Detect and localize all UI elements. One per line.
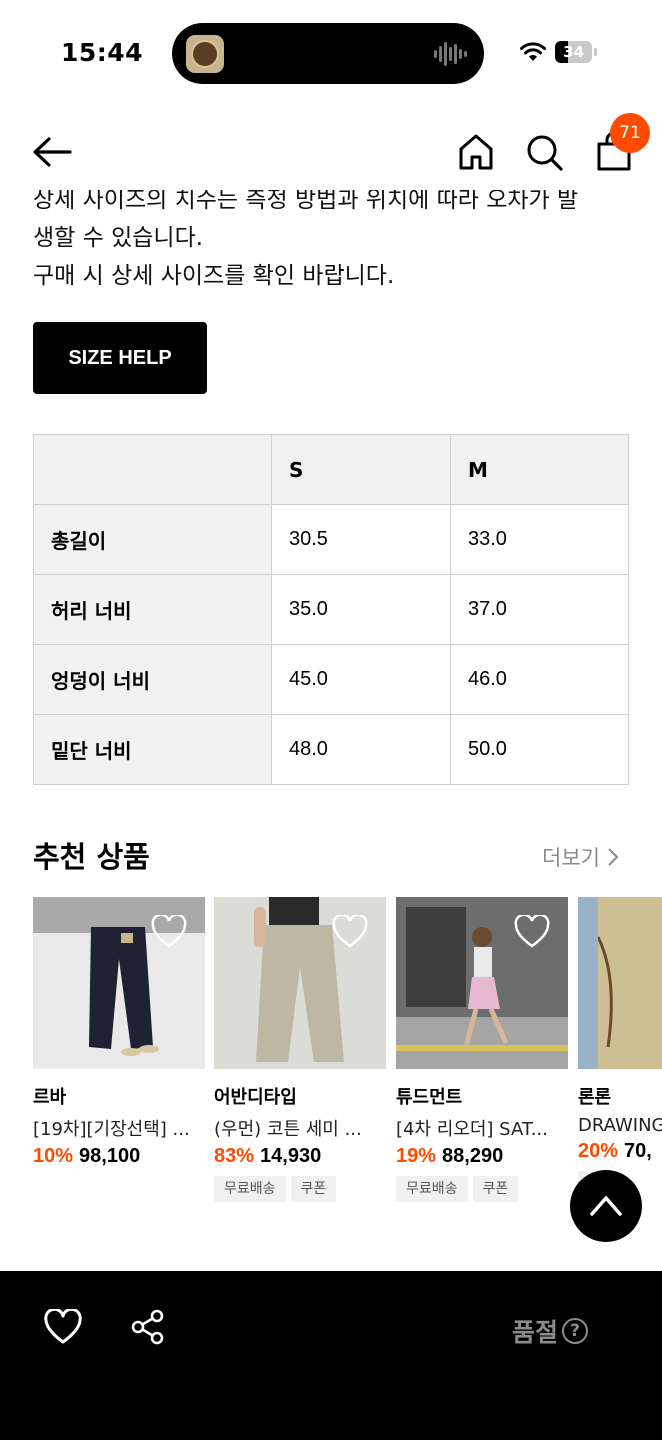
chevron-up-icon xyxy=(590,1196,622,1216)
see-more-label: 더보기 xyxy=(542,846,600,870)
product-price: 20% 70, xyxy=(578,1140,662,1163)
discount-rate: 10% xyxy=(33,1145,74,1167)
free-shipping-tag: 무료배송 xyxy=(396,1176,468,1202)
product-brand: 어반디타입 xyxy=(214,1087,297,1108)
share-icon[interactable] xyxy=(130,1309,166,1345)
discount-rate: 19% xyxy=(396,1145,437,1167)
heart-icon[interactable] xyxy=(332,915,368,949)
coupon-tag: 쿠폰 xyxy=(472,1176,519,1202)
size-table-header: S xyxy=(271,434,451,505)
heart-icon[interactable] xyxy=(151,915,187,949)
size-m-value: 50.0 xyxy=(450,714,629,785)
product-price: 10% 98,100 xyxy=(33,1145,205,1168)
size-m-value: 37.0 xyxy=(450,574,629,645)
status-bar: 15:44 34 xyxy=(0,0,662,104)
recommend-title: 추천 상품 xyxy=(33,840,150,874)
size-notice-line: 생할 수 있습니다. xyxy=(33,225,204,251)
product-brand: 튜드먼트 xyxy=(396,1087,463,1108)
chevron-right-icon xyxy=(608,848,619,866)
product-card[interactable]: 르바 [19차][기장선택] ... 10% 98,100 xyxy=(33,897,205,1168)
recommend-carousel[interactable]: 르바 [19차][기장선택] ... 10% 98,100 어반디타입 (우먼) … xyxy=(33,897,662,1217)
product-name[interactable]: DRAWING xyxy=(578,1115,662,1136)
heart-icon[interactable] xyxy=(44,1309,82,1345)
measure-label: 밑단 너비 xyxy=(33,714,272,785)
product-card[interactable]: 론론 DRAWING 20%70, 송 xyxy=(578,897,662,1197)
scroll-to-top-button[interactable] xyxy=(570,1170,642,1242)
size-m-value: 33.0 xyxy=(450,504,629,575)
product-image[interactable] xyxy=(578,897,662,1069)
product-tags: 무료배송 쿠폰 xyxy=(396,1176,568,1202)
search-icon[interactable] xyxy=(524,132,564,172)
wifi-icon xyxy=(520,42,546,61)
product-card[interactable]: 튜드먼트 [4차 리오더] SAT... 19% 88,290 무료배송 쿠폰 xyxy=(396,897,568,1202)
help-icon[interactable]: ? xyxy=(562,1318,589,1344)
size-table-row: 허리 너비 35.0 37.0 xyxy=(33,574,629,645)
price-value: 14,930 xyxy=(260,1145,322,1167)
price-value: 70, xyxy=(624,1140,652,1162)
product-price: 19% 88,290 xyxy=(396,1145,568,1168)
measure-label: 엉덩이 너비 xyxy=(33,644,272,715)
size-table-row: 총길이 30.5 33.0 xyxy=(33,504,629,575)
size-notice: 상세 사이즈의 치수는 측정 방법과 위치에 따라 오차가 발 생할 수 있습니… xyxy=(33,181,633,295)
cart-count-badge: 71 xyxy=(610,113,650,153)
dynamic-island xyxy=(172,23,484,84)
price-value: 88,290 xyxy=(442,1145,504,1167)
product-image[interactable] xyxy=(396,897,568,1069)
size-table: S M 총길이 30.5 33.0 허리 너비 35.0 37.0 엉덩이 너비… xyxy=(33,434,629,785)
sold-out-label: 품절 xyxy=(512,1318,559,1347)
sold-out-status[interactable]: 품절 ? xyxy=(512,1313,589,1349)
product-name[interactable]: [19차][기장선택] ... xyxy=(33,1115,205,1141)
home-icon[interactable] xyxy=(456,132,496,172)
bottom-action-bar: 품절 ? xyxy=(0,1271,662,1440)
size-s-value: 48.0 xyxy=(271,714,451,785)
heart-icon[interactable] xyxy=(514,915,550,949)
size-s-value: 35.0 xyxy=(271,574,451,645)
back-arrow-icon[interactable] xyxy=(30,134,74,170)
size-s-value: 30.5 xyxy=(271,504,451,575)
product-brand: 론론 xyxy=(578,1087,612,1108)
product-tags: 무료배송 쿠폰 xyxy=(214,1176,386,1202)
product-price: 83% 14,930 xyxy=(214,1145,386,1168)
size-table-header xyxy=(33,434,272,505)
size-s-value: 45.0 xyxy=(271,644,451,715)
product-image[interactable] xyxy=(33,897,205,1069)
size-notice-line: 구매 시 상세 사이즈를 확인 바랍니다. xyxy=(33,263,395,289)
battery-level: 34 xyxy=(563,43,584,61)
discount-rate: 83% xyxy=(214,1145,255,1167)
measure-label: 허리 너비 xyxy=(33,574,272,645)
size-table-header: M xyxy=(450,434,629,505)
size-table-header-row: S M xyxy=(33,434,629,505)
free-shipping-tag: 무료배송 xyxy=(214,1176,286,1202)
product-image[interactable] xyxy=(214,897,386,1069)
price-value: 98,100 xyxy=(79,1145,141,1167)
battery-icon: 34 xyxy=(555,41,597,63)
size-table-row: 밑단 너비 48.0 50.0 xyxy=(33,714,629,785)
discount-rate: 20% xyxy=(578,1140,619,1162)
audio-wave-icon xyxy=(434,40,468,68)
see-more-link[interactable]: 더보기 xyxy=(542,842,620,872)
top-nav xyxy=(0,104,662,190)
size-table-row: 엉덩이 너비 45.0 46.0 xyxy=(33,644,629,715)
measure-label: 총길이 xyxy=(33,504,272,575)
status-time: 15:44 xyxy=(61,38,144,67)
product-card[interactable]: 어반디타입 (우먼) 코튼 세미 ... 83% 14,930 무료배송 쿠폰 xyxy=(214,897,386,1202)
product-name[interactable]: [4차 리오더] SAT... xyxy=(396,1115,568,1141)
product-brand: 르바 xyxy=(33,1087,67,1108)
product-name[interactable]: (우먼) 코튼 세미 ... xyxy=(214,1115,386,1141)
coupon-tag: 쿠폰 xyxy=(290,1176,337,1202)
now-playing-artwork xyxy=(186,35,224,73)
size-help-button[interactable]: SIZE HELP xyxy=(33,322,207,394)
size-m-value: 46.0 xyxy=(450,644,629,715)
